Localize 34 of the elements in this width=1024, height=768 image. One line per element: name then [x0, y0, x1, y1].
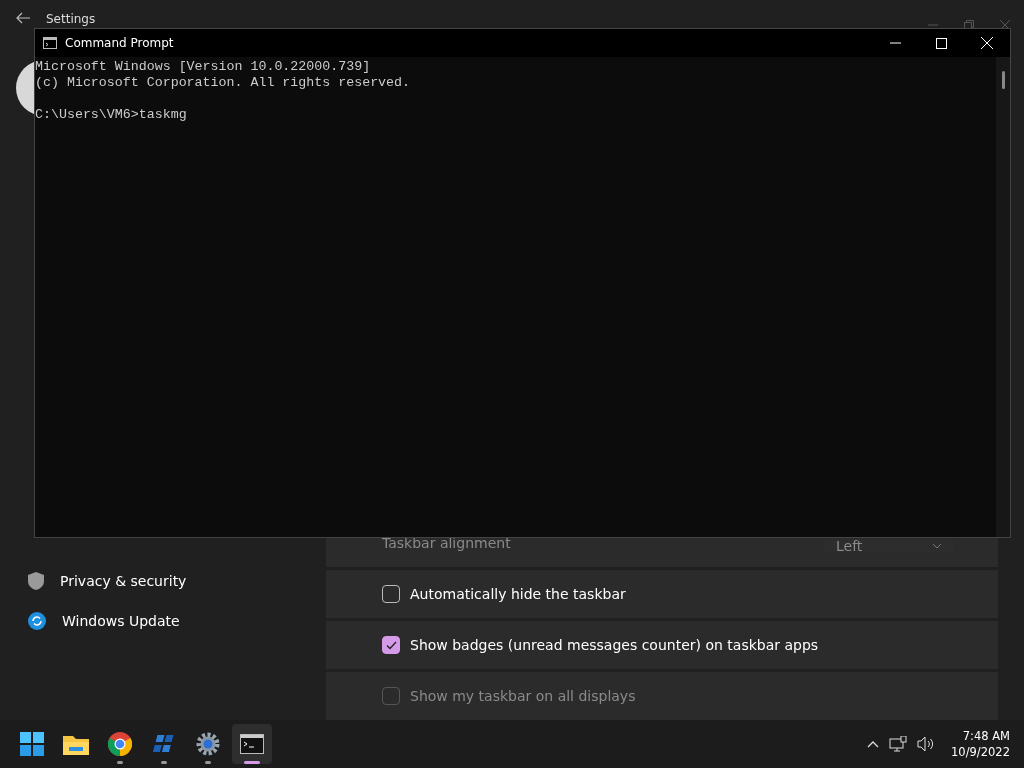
browser-icon[interactable]: [108, 732, 132, 756]
maximize-icon[interactable]: [935, 37, 947, 49]
network-icon[interactable]: [889, 736, 908, 752]
console-line: Microsoft Windows [Version 10.0.22000.739]: [35, 59, 372, 75]
setting-label: Taskbar alignment: [382, 535, 511, 551]
back-arrow-icon[interactable]: [16, 12, 30, 24]
folder-icon[interactable]: [63, 733, 89, 755]
minimize-icon[interactable]: [889, 42, 901, 44]
refresh-icon: [28, 612, 46, 630]
window-title: Command Prompt: [65, 36, 174, 50]
checkbox[interactable]: [382, 585, 400, 603]
volume-icon[interactable]: [917, 736, 936, 752]
scrollbar-thumb[interactable]: [1001, 71, 1005, 89]
gear-icon[interactable]: [196, 732, 220, 756]
terminal-icon[interactable]: [240, 734, 264, 754]
window-title: Settings: [46, 12, 96, 26]
chevron-down-icon: [932, 543, 942, 549]
chevron-up-icon[interactable]: [867, 740, 880, 748]
console-line: (c) Microsoft Corporation. All rights reserved.: [35, 75, 412, 91]
checkmark-icon: [385, 640, 397, 650]
tiles-icon[interactable]: [152, 733, 176, 755]
checkbox-label: Show badges (unread messages counter) on taskbar apps: [410, 637, 819, 653]
checkbox-label: Automatically hide the taskbar: [410, 586, 626, 602]
checkbox-label: Show my taskbar on all displays: [410, 688, 636, 704]
clock-date[interactable]: 10/9/2022: [951, 744, 1010, 760]
sidebar-item[interactable]: Windows Update: [0, 604, 326, 638]
clock-time[interactable]: 7:48 AM: [962, 728, 1010, 744]
shield-icon: [28, 572, 44, 590]
console-icon: [43, 37, 57, 49]
windows-logo-icon[interactable]: [20, 732, 44, 756]
checkbox[interactable]: [382, 636, 400, 654]
sidebar-item[interactable]: Privacy & security: [0, 564, 326, 598]
console-line: C:\Users\VM6>taskmg: [35, 107, 188, 123]
restore-icon[interactable]: [964, 20, 974, 30]
